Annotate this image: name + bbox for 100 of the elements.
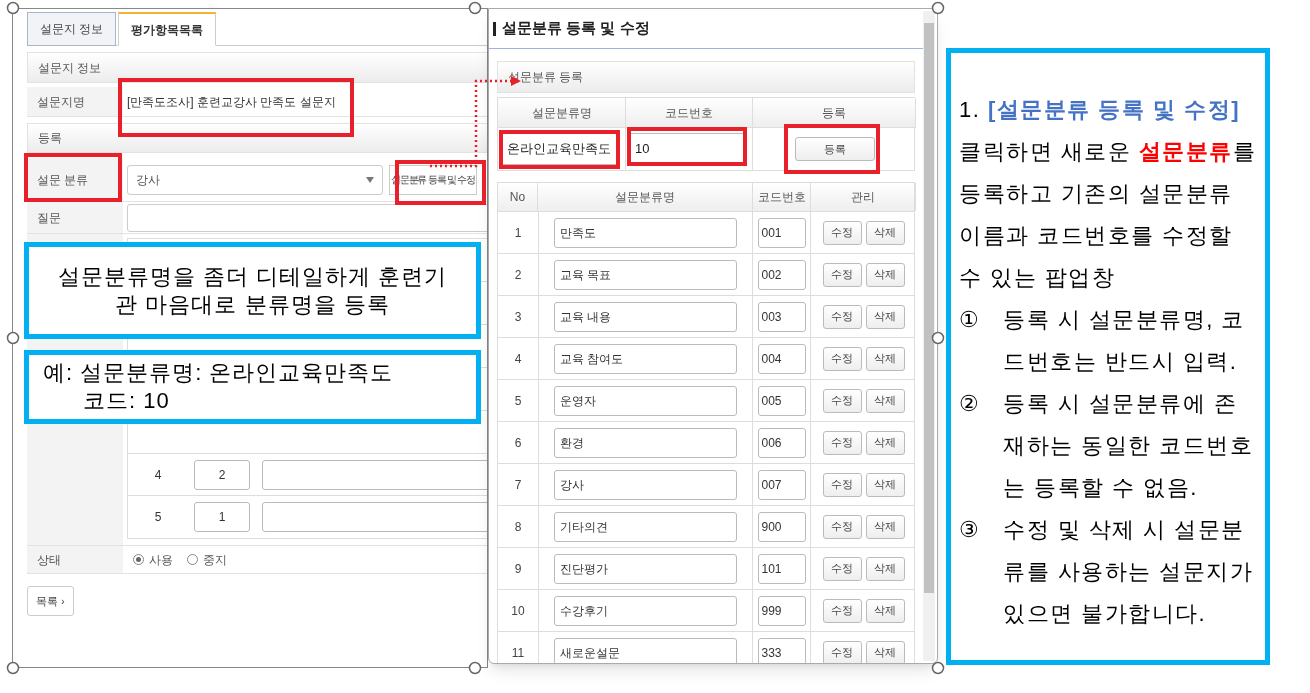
guide-text: 클릭하면 새로운 설문분류를 등록하고 기존의 설문분류 이름과 코드번호를 수정할 수 있는 팝업창 bbox=[959, 138, 1257, 292]
edit-button[interactable]: 수정 bbox=[822, 640, 862, 663]
guide-heading: 1. [설문분류 등록 및 수정] bbox=[959, 96, 1241, 124]
code-field[interactable]: 333 bbox=[757, 637, 806, 663]
caret-icon bbox=[366, 176, 374, 183]
delete-button[interactable]: 삭제 bbox=[865, 346, 905, 371]
field-label: 설문지명 bbox=[27, 87, 123, 116]
title-bar-icon bbox=[493, 21, 496, 36]
category-name-field[interactable]: 운영자 bbox=[554, 385, 737, 416]
category-name-field[interactable]: 교육 참여도 bbox=[554, 343, 737, 374]
step-marker: ① bbox=[959, 306, 982, 334]
field-value: [만족도조사] 훈련교강사 만족도 설문지 bbox=[127, 93, 336, 111]
code-field[interactable]: 005 bbox=[757, 385, 806, 416]
code-field[interactable]: 002 bbox=[757, 259, 806, 290]
guide-text: 등록 시 설문분류에 존재하는 동일한 코드번호는 등록할 수 없음. bbox=[1002, 390, 1255, 502]
scrollbar-thumb[interactable] bbox=[924, 23, 934, 593]
category-name-field[interactable]: 강사 bbox=[554, 469, 737, 500]
edit-button[interactable]: 수정 bbox=[822, 388, 862, 413]
code-field[interactable]: 101 bbox=[757, 553, 806, 584]
code-field[interactable]: 999 bbox=[757, 595, 806, 626]
scrollbar[interactable] bbox=[923, 11, 935, 661]
tab[interactable]: 설문지 정보 bbox=[27, 12, 117, 46]
edit-button[interactable]: 수정 bbox=[822, 346, 862, 371]
step-marker: ② bbox=[959, 390, 982, 418]
edit-button[interactable]: 수정 bbox=[822, 514, 862, 539]
delete-button[interactable]: 삭제 bbox=[865, 640, 905, 663]
row-number: 2 bbox=[513, 266, 523, 284]
row-number: 10 bbox=[510, 602, 526, 620]
code-field[interactable]: 900 bbox=[757, 511, 806, 542]
section-title: 등록 bbox=[27, 123, 487, 153]
delete-button[interactable]: 삭제 bbox=[865, 388, 905, 413]
section-title: 설문지 정보 bbox=[27, 52, 487, 83]
code-field[interactable]: 001 bbox=[757, 217, 806, 248]
register-button[interactable]: 등록 bbox=[794, 137, 875, 161]
radio-option[interactable]: 중지 bbox=[187, 550, 227, 569]
edit-button[interactable]: 수정 bbox=[822, 220, 862, 245]
delete-button[interactable]: 삭제 bbox=[865, 514, 905, 539]
delete-button[interactable]: 삭제 bbox=[865, 220, 905, 245]
column-header: 설문분류명 bbox=[538, 183, 753, 211]
code-field[interactable]: 006 bbox=[757, 427, 806, 458]
category-name-field[interactable]: 진단평가 bbox=[554, 553, 737, 584]
note-text: 코드: 10 bbox=[82, 387, 171, 415]
guide-text: 수정 및 삭제 시 설문분류를 사용하는 설문지가 있으면 불가합니다. bbox=[1002, 516, 1255, 628]
score-field[interactable]: 2 bbox=[194, 459, 250, 490]
step-marker: ③ bbox=[959, 516, 982, 544]
code-field[interactable]: 004 bbox=[757, 343, 806, 374]
row-number: 1 bbox=[513, 224, 523, 242]
edit-button[interactable]: 수정 bbox=[822, 304, 862, 329]
answer-field[interactable] bbox=[262, 502, 487, 532]
edit-button[interactable]: 수정 bbox=[822, 262, 862, 287]
column-header: 코드번호 bbox=[626, 98, 753, 128]
code-field[interactable]: 007 bbox=[757, 469, 806, 500]
edit-button[interactable]: 수정 bbox=[822, 430, 862, 455]
category-name-field[interactable]: 기타의견 bbox=[554, 511, 737, 542]
note-text: 설문분류명을 좀더 디테일하게 훈련기관 마음대로 분류명을 등록 bbox=[56, 262, 449, 319]
radio-option[interactable]: 사용 bbox=[133, 550, 173, 569]
category-name-field[interactable]: 수강후기 bbox=[554, 595, 737, 626]
guide-text: 등록 시 설문분류명, 코드번호는 반드시 입력. bbox=[1002, 306, 1246, 376]
row-number: 5 bbox=[153, 509, 163, 526]
column-header: 관리 bbox=[811, 183, 916, 211]
category-name-field[interactable]: 만족도 bbox=[554, 217, 737, 248]
column-header: 설문분류명 bbox=[498, 98, 626, 128]
row-number: 5 bbox=[513, 392, 523, 410]
category-name-field[interactable]: 교육 목표 bbox=[554, 259, 737, 290]
note-text: 예: 설문분류명: 온라인교육만족도 bbox=[43, 359, 395, 387]
category-name-field[interactable]: 교육 내용 bbox=[554, 301, 737, 332]
column-header: 코드번호 bbox=[753, 183, 811, 211]
delete-button[interactable]: 삭제 bbox=[865, 556, 905, 581]
list-button[interactable]: 목록 › bbox=[27, 586, 74, 616]
delete-button[interactable]: 삭제 bbox=[865, 598, 905, 623]
edit-button[interactable]: 수정 bbox=[822, 556, 862, 581]
code-field[interactable]: 003 bbox=[757, 301, 806, 332]
row-number: 4 bbox=[513, 350, 523, 368]
edit-button[interactable]: 수정 bbox=[822, 472, 862, 497]
row-number: 8 bbox=[513, 518, 523, 536]
delete-button[interactable]: 삭제 bbox=[865, 304, 905, 329]
radio-button[interactable] bbox=[187, 554, 198, 565]
row-number: 7 bbox=[513, 476, 523, 494]
score-field[interactable]: 1 bbox=[194, 502, 250, 532]
category-name-field[interactable]: 새로운설문 bbox=[554, 637, 737, 663]
delete-button[interactable]: 삭제 bbox=[865, 262, 905, 287]
column-header: No bbox=[498, 183, 538, 211]
row-number: 4 bbox=[153, 466, 163, 484]
radio-button[interactable] bbox=[133, 554, 144, 565]
field-label: 상태 bbox=[27, 546, 123, 573]
popup-title: 설문분류 등록 및 수정 bbox=[502, 18, 650, 39]
category-name-field[interactable]: 환경 bbox=[554, 427, 737, 458]
edit-button[interactable]: 수정 bbox=[822, 598, 862, 623]
question-field[interactable] bbox=[127, 203, 487, 232]
field-label: 질문 bbox=[27, 202, 123, 233]
row-number: 6 bbox=[513, 434, 523, 452]
tab[interactable]: 평가항목목록 bbox=[118, 12, 217, 46]
delete-button[interactable]: 삭제 bbox=[865, 472, 905, 497]
answer-field[interactable] bbox=[262, 459, 487, 490]
row-number: 9 bbox=[513, 560, 523, 578]
delete-button[interactable]: 삭제 bbox=[865, 430, 905, 455]
row-number: 3 bbox=[513, 308, 523, 326]
dropdown[interactable]: 강사 bbox=[127, 164, 383, 195]
column-header: 등록 bbox=[753, 98, 916, 128]
row-number: 11 bbox=[510, 644, 526, 662]
